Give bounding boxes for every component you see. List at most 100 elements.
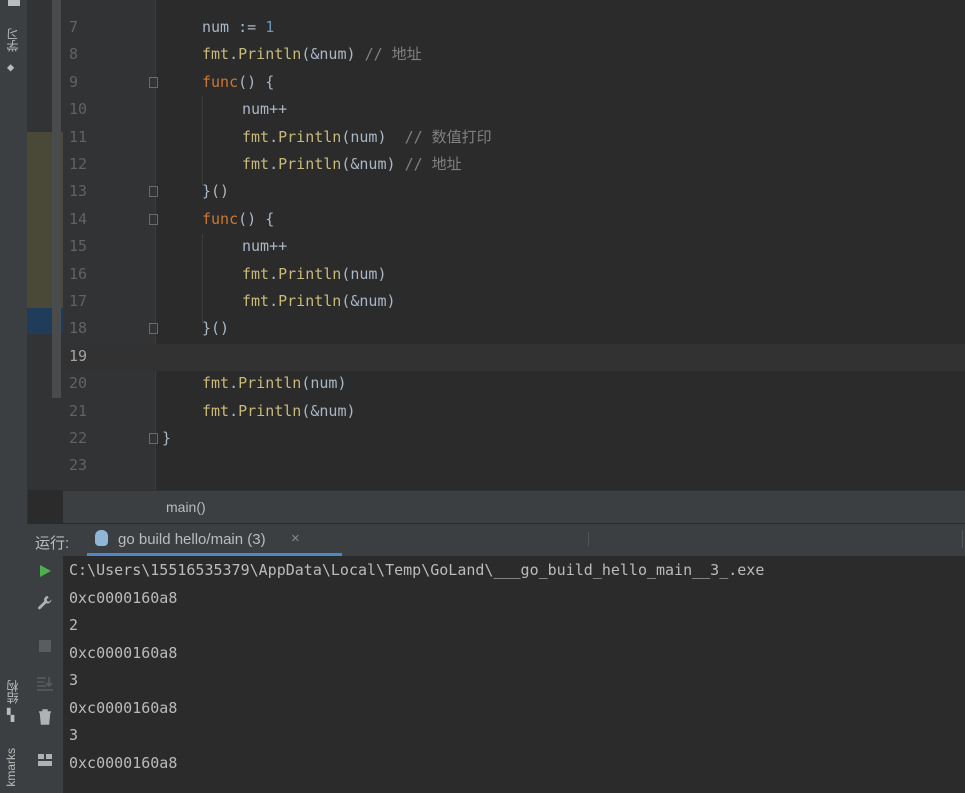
code-token: // 数值打印 [404,127,492,146]
line-number[interactable]: 19 [69,343,99,370]
sidebar-tab-study[interactable]: 学习 [4,28,21,52]
code-line[interactable]: 14 func() { [63,206,965,233]
code-line[interactable]: 20 fmt.Println(num) [63,370,965,397]
code-line[interactable]: 23 [63,452,965,479]
code-token: . [269,292,279,310]
line-number[interactable]: 10 [69,96,99,123]
code-token: (&num) [301,45,365,64]
sidebar-tab-structure[interactable]: 结构 [4,680,21,704]
wrench-icon[interactable] [27,594,63,618]
code-line[interactable]: 9 func() { [63,69,965,96]
code-line[interactable]: 13 }() [63,178,965,205]
layout-icon[interactable] [27,750,63,774]
project-tab-stub[interactable] [8,0,20,6]
console-output-line: 0xc0000160a8 [69,753,178,772]
run-icon[interactable] [27,561,63,585]
code-token: (&num) [301,401,356,420]
code-text: num := 1 [202,14,274,41]
code-line[interactable]: 17 fmt.Println(&num) [63,288,965,315]
code-line[interactable]: 8 fmt.Println(&num) // 地址 [63,41,965,68]
code-token: . [269,127,279,146]
line-number[interactable]: 21 [69,398,99,425]
code-line[interactable]: 11 fmt.Println(num) // 数值打印 [63,124,965,151]
code-text: fmt.Println(&num) // 地址 [242,151,462,178]
code-line[interactable]: 15 num++ [63,233,965,260]
code-token: } [162,429,172,447]
code-line[interactable]: 16 fmt.Println(num) [63,261,965,288]
line-number[interactable]: 13 [69,178,99,205]
code-line[interactable]: 22} [63,425,965,452]
line-number[interactable]: 18 [69,315,99,342]
code-line[interactable]: 7 num := 1 [63,14,965,41]
structure-icon: ▚ [7,708,15,722]
close-icon[interactable]: × [291,530,300,547]
run-panel-label: 运行: [35,535,70,552]
code-text: }() [202,178,229,205]
code-token: fmt [242,127,270,146]
fold-marker-icon[interactable] [149,186,158,198]
vertical-scrollbar[interactable] [52,0,61,398]
code-text: fmt.Println(&num) [242,288,396,315]
code-text: fmt.Println(&num) [202,398,356,425]
code-token: () { [238,72,275,91]
line-number[interactable]: 17 [69,288,99,315]
scroll-to-end-icon[interactable] [27,674,63,698]
line-number[interactable]: 7 [69,14,99,41]
code-line[interactable]: 10 num++ [63,96,965,123]
code-token: Println [278,127,342,146]
code-token: func [202,72,239,91]
code-token: () { [238,209,275,228]
console-command-line: C:\Users\15516535379\AppData\Local\Temp\… [69,561,765,579]
trash-icon[interactable] [27,708,63,732]
line-number[interactable]: 16 [69,261,99,288]
code-token: (num) [341,127,405,146]
run-tab-go-build[interactable]: go build hello/main (3) × [87,524,342,556]
breadcrumb-item-main[interactable]: main() [166,499,206,515]
line-number[interactable]: 11 [69,124,99,151]
code-token: num++ [242,100,288,119]
fold-marker-icon[interactable] [149,76,158,88]
line-number[interactable]: 12 [69,151,99,178]
code-token: . [269,155,279,173]
code-token: Println [238,45,302,64]
line-number[interactable]: 8 [69,41,99,68]
code-text: fmt.Println(num) [242,261,387,288]
code-line[interactable]: 19 [63,343,965,370]
code-token: num := [202,18,266,36]
code-token: . [229,401,239,420]
code-token: Println [238,401,302,420]
code-token: fmt [242,264,270,283]
code-line[interactable]: 12 fmt.Println(&num) // 地址 [63,151,965,178]
code-token: fmt [202,45,230,64]
line-number[interactable]: 9 [69,69,99,96]
console-output-line: 0xc0000160a8 [69,643,178,662]
run-panel-header: 运行: go build hello/main (3) × [27,523,965,557]
code-text: }() [202,315,229,342]
fold-marker-icon[interactable] [149,213,158,225]
code-token: (&num) [341,155,405,173]
code-token: func [202,209,239,228]
left-tool-sidebar: 学习 ◆ 结构 ▚ kmarks [0,0,28,793]
code-token: Println [278,264,342,283]
console-output-line: 0xc0000160a8 [69,698,178,717]
code-token: (&num) [341,292,396,310]
code-text: num++ [242,233,287,260]
stop-icon[interactable] [27,636,63,660]
line-number[interactable]: 23 [69,452,99,479]
code-text: num++ [242,96,287,123]
line-number[interactable]: 22 [69,425,99,452]
run-console-output[interactable]: C:\Users\15516535379\AppData\Local\Temp\… [63,556,965,793]
code-token: . [229,374,239,393]
code-line[interactable]: 21 fmt.Println(&num) [63,398,965,425]
code-text: fmt.Println(&num) // 地址 [202,41,422,68]
breadcrumb: main() [63,490,965,524]
fold-marker-icon[interactable] [149,323,158,335]
fold-marker-icon[interactable] [149,433,158,444]
line-number[interactable]: 14 [69,206,99,233]
code-token: fmt [242,292,270,310]
line-number[interactable]: 15 [69,233,99,260]
sidebar-tab-bookmarks[interactable]: kmarks [4,748,18,787]
line-number[interactable]: 20 [69,370,99,397]
code-line[interactable]: 18 }() [63,315,965,342]
code-token: Println [278,292,342,310]
